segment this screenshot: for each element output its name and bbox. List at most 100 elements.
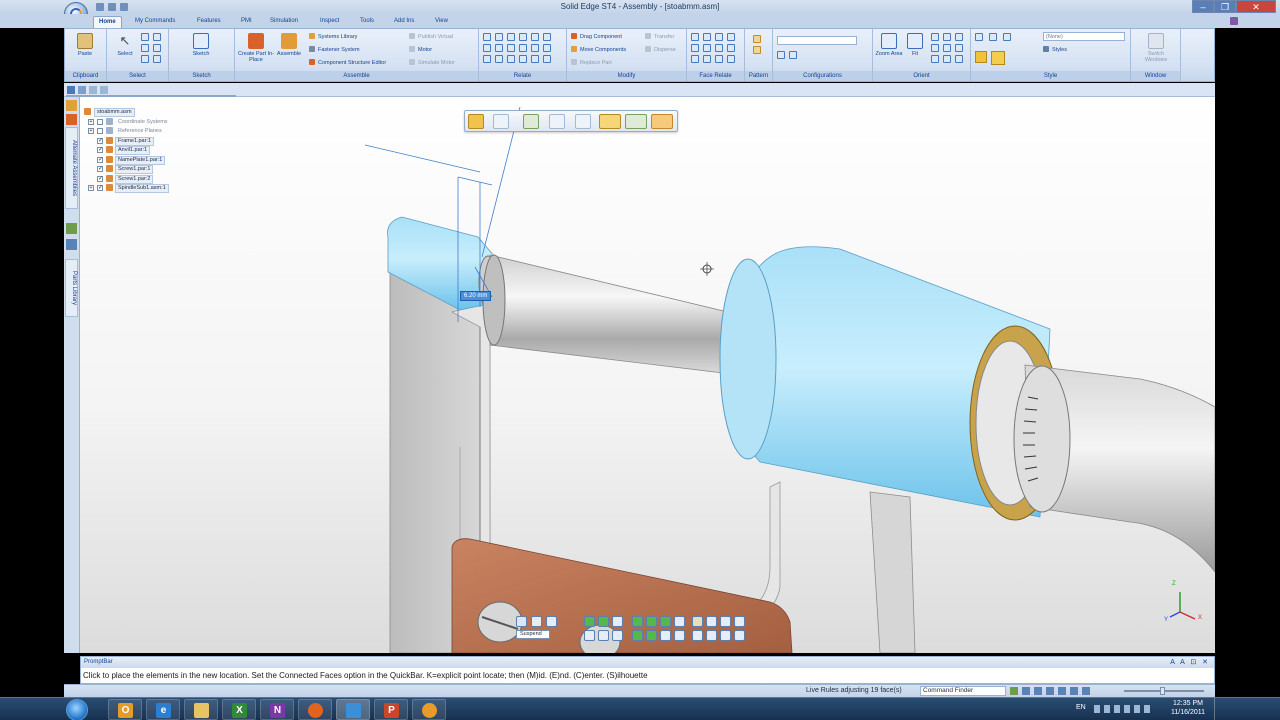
relate-icon[interactable] [519,55,527,63]
start-button[interactable] [66,699,88,720]
face-relate-icon[interactable] [715,33,723,41]
select-tool-icon[interactable] [141,33,149,41]
sensors-dock-icon[interactable] [66,239,77,250]
rule-icon[interactable] [584,630,595,641]
configuration-select[interactable] [777,36,857,45]
taskbar-internet-explorer[interactable]: e [146,699,180,720]
connected-faces-icon[interactable] [599,114,621,129]
rule-icon[interactable] [660,630,671,641]
visibility-checkbox[interactable]: ✓ [97,175,103,182]
relate-icon[interactable] [543,55,551,63]
fit-button[interactable]: Fit [901,33,929,57]
styles-button[interactable]: Styles [1043,46,1067,53]
tree-root[interactable]: stoabmm.asm [84,108,244,118]
taskbar-powerpoint[interactable]: P [374,699,408,720]
minimize-button[interactable]: – [1192,0,1214,13]
tab-alternate-assemblies[interactable]: Alternate Assemblies [65,127,78,209]
face-relate-icon[interactable] [715,55,723,63]
system-tray-icons[interactable] [1094,705,1154,713]
visibility-checkbox[interactable]: ✓ [97,137,103,144]
simulate-motor-button[interactable]: Simulate Motor [409,59,455,66]
face-relate-icon[interactable] [727,44,735,52]
rotate-icon[interactable] [523,114,539,129]
shaded-view-icon[interactable] [975,33,983,41]
visibility-checkbox[interactable]: ✓ [97,185,103,191]
taskbar-app-active[interactable] [336,699,370,720]
rule-icon[interactable] [734,630,745,641]
tree-item[interactable]: + Coordinate Systems [84,117,244,128]
relate-icon[interactable] [483,44,491,52]
view-triad[interactable] [1169,592,1196,620]
dimension-value-label[interactable]: 6.20 mm [460,291,492,301]
tab-inspect[interactable]: Inspect [315,16,344,28]
rule-icon[interactable] [612,616,623,627]
tab-parts-library[interactable]: Parts Library [65,259,78,317]
create-part-in-place-button[interactable]: Create Part In-Place [237,33,275,63]
taskbar-excel[interactable]: X [222,699,256,720]
relate-icon[interactable] [543,33,551,41]
rule-icon[interactable] [674,630,685,641]
move-components-button[interactable]: Move Components [571,46,626,53]
relate-icon[interactable] [507,55,515,63]
relate-icon[interactable] [519,44,527,52]
tab-simulation[interactable]: Simulation [265,16,303,28]
rule-icon[interactable] [706,630,717,641]
rule-on-icon[interactable] [632,616,643,627]
features-icon[interactable] [100,86,108,94]
fastener-system-button[interactable]: Fastener System [309,46,360,53]
layers-icon[interactable] [89,86,97,94]
display-config-icon[interactable] [777,51,785,59]
pattern-along-curve-icon[interactable] [753,46,761,54]
face-relate-icon[interactable] [691,44,699,52]
face-relate-icon[interactable] [691,55,699,63]
select-button[interactable]: ↖ Select [111,33,139,57]
view-icon[interactable] [943,55,951,63]
clock-time[interactable]: 12:35 PM [1166,700,1210,707]
help-icon[interactable] [1230,17,1238,25]
redo-icon[interactable] [120,3,128,11]
tab-pmi[interactable]: PMI [236,16,257,28]
relate-icon[interactable] [543,44,551,52]
language-indicator[interactable]: EN [1076,704,1086,711]
paste-button[interactable]: Paste [71,33,99,57]
taskbar-outlook[interactable]: O [108,699,142,720]
view-icon[interactable] [955,55,963,63]
visibility-checkbox[interactable]: ✓ [97,166,103,172]
replace-part-button[interactable]: Replace Part [571,59,612,66]
rule-on-icon[interactable] [660,616,671,627]
rule-icon[interactable] [598,630,609,641]
status-view-icon[interactable] [1010,687,1018,695]
suspend-button[interactable]: Suspend [516,630,550,639]
status-style-icon[interactable] [1082,687,1090,695]
pan-icon[interactable] [943,33,951,41]
tab-tools[interactable]: Tools [355,16,379,28]
prompt-bar-controls[interactable]: A A ⊡ ✕ [1170,658,1210,666]
show-desktop-button[interactable] [1214,698,1222,720]
relate-icon[interactable] [507,44,515,52]
graphics-viewport[interactable]: Z X Y 6.20 mm stoabmm.asm + Coordinate Sy… [80,97,1215,653]
relate-icon[interactable] [507,33,515,41]
move-icon[interactable] [493,114,509,129]
view-icon[interactable] [943,44,951,52]
select-tool-icon[interactable] [153,33,161,41]
rule-icon[interactable] [734,616,745,627]
taskbar-explorer[interactable] [184,699,218,720]
select-tool-icon[interactable] [141,44,149,52]
relate-icon[interactable] [495,44,503,52]
systems-library-button[interactable]: Systems Library [309,33,357,40]
relate-icon[interactable] [519,33,527,41]
clock-date[interactable]: 11/16/2011 [1166,709,1210,716]
select-tool-icon[interactable] [153,44,161,52]
expand-icon[interactable]: + [88,128,94,134]
tab-features[interactable]: Features [192,16,226,28]
zoom-area-button[interactable]: Zoom Area [875,33,903,57]
options-icon[interactable] [651,114,673,129]
rule-icon[interactable] [720,616,731,627]
zoom-icon[interactable] [931,33,939,41]
maximize-button[interactable]: ❐ [1214,0,1236,13]
rotate-icon[interactable] [955,33,963,41]
view-override-icon[interactable] [975,51,987,63]
rule-on-icon[interactable] [584,616,595,627]
rule-on-icon[interactable] [598,616,609,627]
transfer-button[interactable]: Transfer [645,33,674,40]
